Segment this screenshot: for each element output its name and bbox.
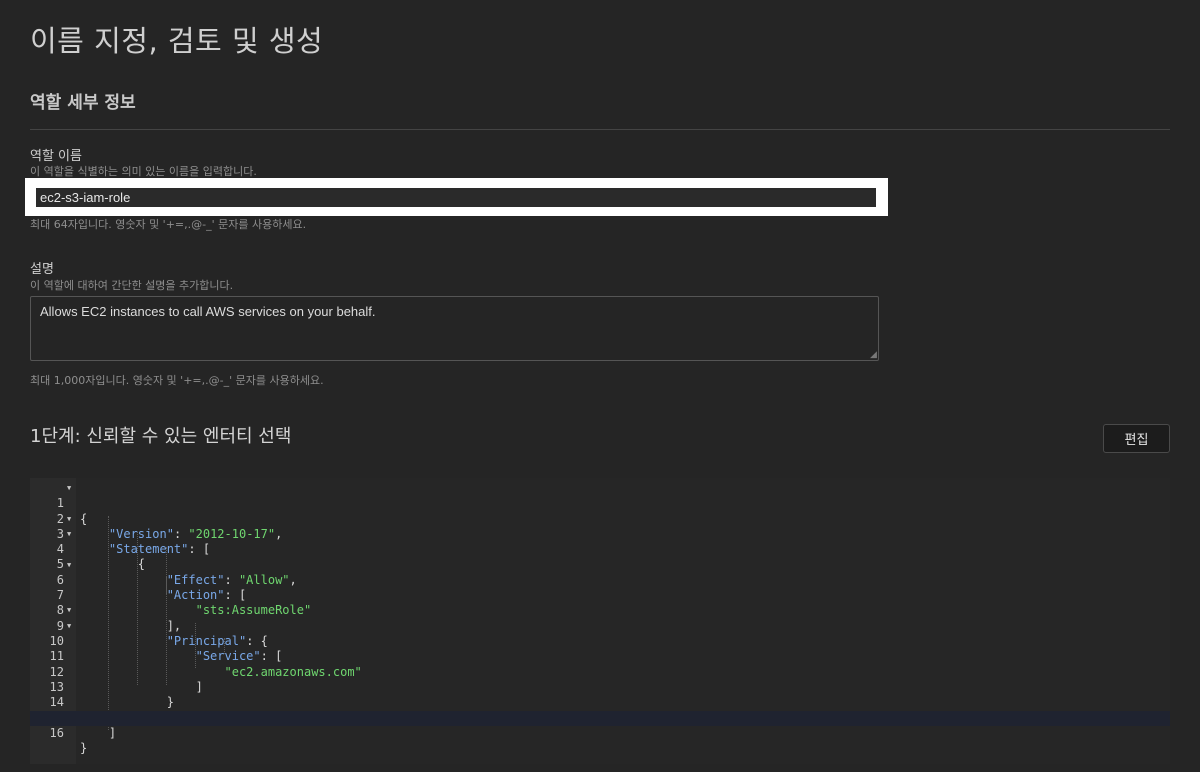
edit-button[interactable]: 편집 [1103,424,1170,453]
code-line-12: 12 ] [30,649,1170,694]
code-line-16: 16 } [30,710,1170,755]
role-name-label: 역할 이름 [30,149,82,164]
fold-toggle-icon[interactable]: ▼ [67,619,71,634]
code-line-11: 11 "ec2.amazonaws.com" [30,634,1170,678]
code-line-3: 3 ▼ "Statement": [ [30,512,1170,557]
fold-toggle-icon[interactable]: ▼ [67,481,71,496]
description-label: 설명 [30,262,54,277]
code-line-5: 5 "Effect": "Allow", [30,542,1170,586]
code-line-13: 13 } [30,665,1170,709]
role-name-hint: 최대 64자입니다. 영숫자 및 '+=,.@-_' 문자를 사용하세요. [30,218,307,231]
step1-title: 1단계: 신뢰할 수 있는 엔터티 선택 [30,426,292,447]
section-divider [30,129,1170,130]
section-title-role-details: 역할 세부 정보 [30,93,136,113]
resize-grip-icon[interactable]: ◢ [870,351,878,360]
code-line-6: 6 ▼ "Action": [ [30,558,1170,603]
code-line-4: 4 ▼ { [30,527,1170,572]
role-name-input[interactable] [36,188,876,207]
description-hint: 최대 1,000자입니다. 영숫자 및 '+=,.@-_' 문자를 사용하세요. [30,374,324,387]
fold-toggle-icon[interactable]: ▼ [67,527,71,542]
code-line-7: 7 "sts:AssumeRole" [30,573,1170,617]
role-name-description: 이 역할을 식별하는 의미 있는 이름을 입력합니다. [30,165,257,178]
page-title: 이름 지정, 검토 및 생성 [30,24,324,58]
code-line-10: 10 ▼ "Service": [ [30,619,1170,664]
code-line-15: 15 ] [30,695,1170,739]
fold-toggle-icon[interactable]: ▼ [67,512,71,527]
role-name-highlight-box [25,178,888,216]
code-line-2: 2 "Version": "2012-10-17", [30,496,1170,541]
fold-toggle-icon[interactable]: ▼ [67,558,71,573]
code-text: ] [108,725,117,740]
description-textarea[interactable]: Allows EC2 instances to call AWS service… [30,296,879,361]
code-line-8: 8 ], [30,588,1170,632]
fold-toggle-icon[interactable]: ▼ [67,603,71,618]
code-line-1: 1 ▼ { [30,481,1170,526]
description-description: 이 역할에 대하여 간단한 설명을 추가합니다. [30,279,234,292]
code-line-14: 14 } [30,680,1170,724]
code-text: } [80,741,88,756]
code-line-9: 9 ▼ "Principal": { [30,603,1170,648]
line-number: 16 [49,725,64,740]
trust-policy-code-editor[interactable]: 1 ▼ { 2 "Version": "2012-10-17", 3 ▼ "Stat… [30,478,1170,764]
